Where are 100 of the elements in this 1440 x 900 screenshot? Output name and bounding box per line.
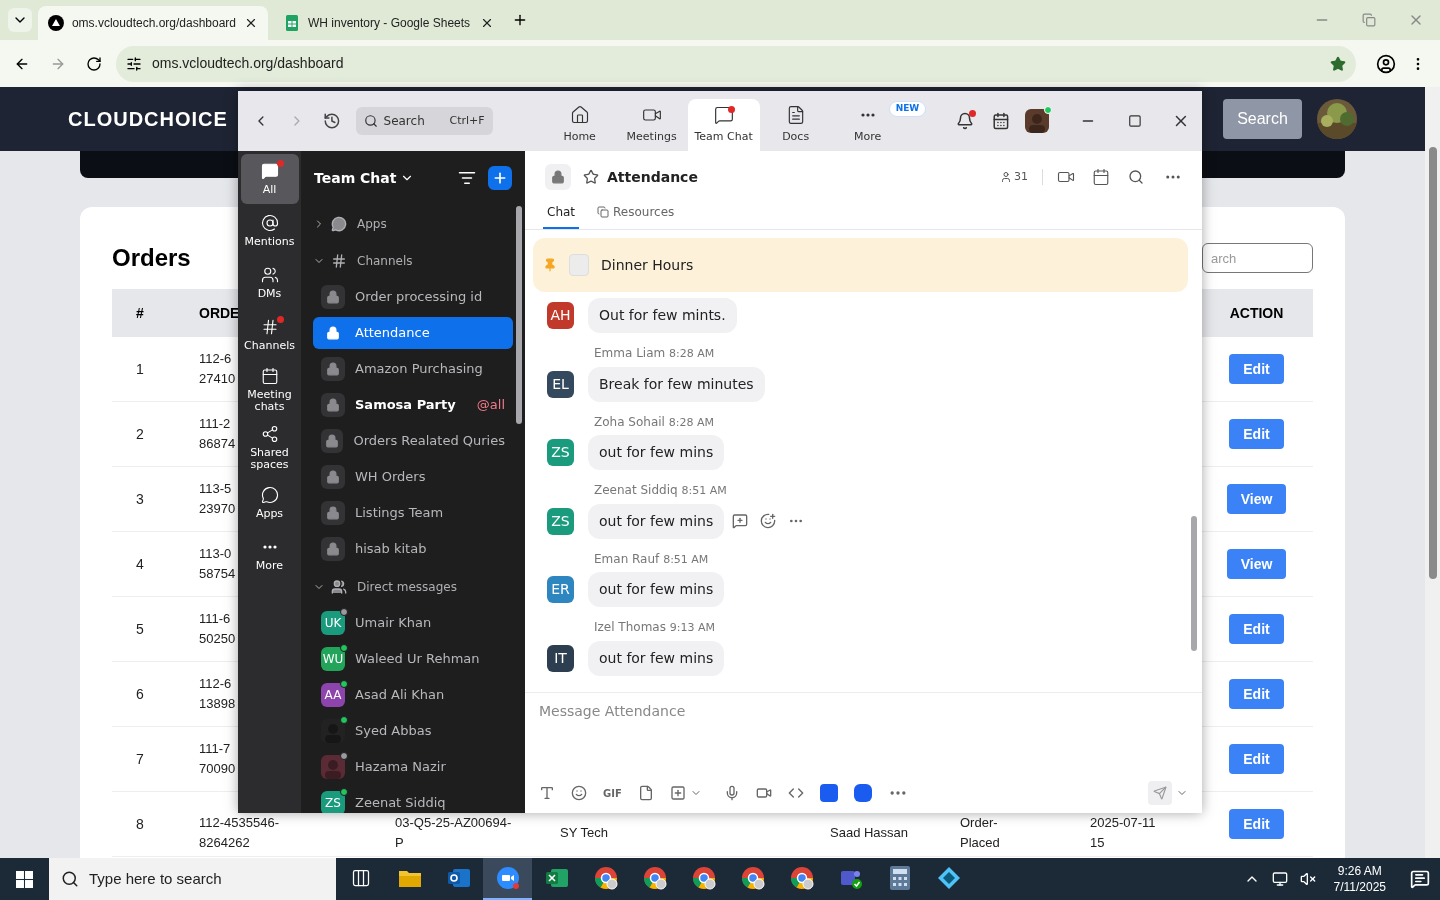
close-icon[interactable] — [244, 16, 258, 30]
column-header[interactable]: ORDE — [199, 304, 240, 321]
nav-tab[interactable]: Home — [543, 99, 616, 151]
search-icon[interactable] — [1128, 169, 1144, 185]
new-tab-icon[interactable] — [512, 12, 528, 28]
address-bar[interactable]: oms.vcloudtech.org/dashboard — [116, 45, 1356, 82]
chat-tab[interactable]: Chat — [543, 203, 580, 229]
scrollbar[interactable] — [1425, 87, 1440, 858]
channel-item[interactable]: Listings Team — [313, 497, 513, 529]
reload-icon[interactable] — [86, 55, 102, 72]
pinned-message[interactable]: Dinner Hours — [533, 238, 1188, 292]
search-field[interactable]: arch — [1202, 243, 1313, 273]
filter-icon[interactable] — [458, 169, 476, 187]
scrollbar[interactable] — [516, 206, 522, 424]
rail-item[interactable]: Channels — [240, 310, 299, 360]
contact-item[interactable]: Syed Abbas — [313, 713, 513, 749]
message-bubble: Out for few mints. — [588, 298, 737, 333]
browser-tab[interactable]: oms.vcloudtech.org/dashboard — [38, 6, 268, 40]
nav-tab[interactable]: Meetings — [615, 99, 688, 151]
action-button[interactable]: View — [1226, 484, 1287, 514]
search-input[interactable]: Search — [383, 112, 444, 130]
nav-tab[interactable]: Team Chat — [687, 99, 760, 151]
channel-item[interactable]: Amazon Purchasing — [313, 353, 513, 385]
column-header[interactable]: # — [112, 302, 168, 324]
rail-item[interactable]: All — [240, 154, 299, 204]
maximize-icon[interactable] — [1128, 114, 1143, 128]
reply-icon[interactable] — [732, 513, 749, 529]
emoji-icon[interactable] — [571, 785, 587, 801]
nav-tab[interactable]: More — [847, 99, 888, 151]
reaction-icon[interactable] — [760, 513, 777, 529]
notifications-icon[interactable] — [1410, 869, 1430, 889]
screenshot-icon[interactable] — [669, 785, 686, 801]
history-icon[interactable] — [322, 112, 341, 130]
chat-icon — [713, 104, 734, 125]
star-icon[interactable] — [583, 169, 599, 185]
taskbar-button[interactable] — [483, 858, 532, 900]
taskbar-search-input[interactable]: Type here to search — [89, 867, 309, 891]
rail-item[interactable]: DMs — [240, 258, 299, 308]
table-cell-text: 3 — [135, 489, 145, 509]
action-button[interactable]: Edit — [1229, 419, 1284, 449]
plus-icon — [492, 170, 508, 186]
channel-item[interactable]: hisab kitab — [313, 533, 513, 565]
calendar-icon[interactable] — [991, 112, 1010, 130]
channel-item[interactable]: WH Orders — [313, 461, 513, 493]
column-header[interactable]: ACTION — [1200, 302, 1313, 324]
section-header[interactable]: Apps — [313, 205, 513, 243]
rail-item[interactable]: Meeting chats — [240, 362, 299, 418]
format-icon[interactable] — [539, 785, 555, 801]
rail-item[interactable]: More — [240, 530, 299, 580]
chat-app-icon[interactable] — [853, 784, 872, 802]
contact-item[interactable]: ZS Zeenat Siddiq — [313, 785, 513, 813]
new-chat-button[interactable] — [488, 166, 512, 190]
lock-icon — [321, 501, 345, 525]
code-icon[interactable] — [787, 785, 804, 801]
taskbar-search-field[interactable]: Type here to search — [49, 858, 336, 900]
channel-item[interactable]: Attendance — [313, 317, 513, 349]
action-button[interactable]: Edit — [1229, 679, 1284, 709]
section-header[interactable]: Direct messages — [313, 569, 513, 605]
calendar-icon[interactable] — [1092, 168, 1110, 186]
table-cell-text: 1 — [135, 359, 145, 379]
rail-item[interactable]: Apps — [240, 478, 299, 528]
channel-item[interactable]: Orders Realated Quries — [313, 425, 513, 457]
close-icon[interactable] — [480, 16, 494, 30]
sidebar-title[interactable]: Team Chat — [314, 167, 397, 189]
channel-item[interactable]: Order processing id — [313, 281, 513, 313]
member-count[interactable]: 31 — [1000, 168, 1028, 186]
action-button[interactable]: Edit — [1229, 614, 1284, 644]
contact-item[interactable]: Hazama Nazir — [313, 749, 513, 785]
channel-item[interactable]: Samosa Party @all — [313, 389, 513, 421]
table-cell-text: 112-6 13898 — [199, 675, 236, 713]
section-header[interactable]: Channels — [313, 243, 513, 279]
gif-button[interactable]: GIF — [603, 785, 622, 801]
send-button[interactable] — [1148, 781, 1172, 805]
rail-item[interactable]: Shared spaces — [240, 420, 299, 476]
browser-tab[interactable]: WH inventory - Google Sheets — [274, 6, 504, 40]
contact-item[interactable]: UK Umair Khan — [313, 605, 513, 641]
clock[interactable]: 9:26 AM 7/11/2025 — [1333, 863, 1386, 895]
speaker-muted-icon[interactable] — [1299, 871, 1316, 887]
profile-icon[interactable] — [1376, 53, 1396, 74]
scrollbar[interactable] — [1191, 516, 1197, 651]
file-icon[interactable] — [637, 785, 654, 801]
action-button[interactable]: View — [1226, 549, 1287, 579]
network-icon[interactable] — [1271, 871, 1288, 887]
app-icon[interactable] — [819, 784, 838, 802]
bookmark-star-icon[interactable] — [1330, 55, 1346, 72]
video-icon[interactable] — [755, 785, 772, 801]
logo[interactable]: CLOUDCHOICE — [68, 104, 228, 134]
nav-tab[interactable]: Docs — [759, 99, 832, 151]
action-button[interactable]: Edit — [1229, 809, 1284, 839]
contact-item[interactable]: WU Waleed Ur Rehman — [313, 641, 513, 677]
message-input[interactable]: Message Attendance — [539, 701, 1188, 761]
search-field[interactable]: Search Ctrl+F — [355, 107, 493, 135]
chat-tab[interactable]: Resources — [593, 203, 679, 229]
contact-item[interactable]: AA Asad Ali Khan — [313, 677, 513, 713]
start-icon[interactable] — [16, 870, 33, 888]
rail-item[interactable]: Mentions — [240, 206, 299, 256]
restore-icon[interactable] — [1362, 13, 1376, 27]
action-button[interactable]: Edit — [1229, 354, 1284, 384]
bell-icon[interactable] — [955, 112, 974, 130]
action-button[interactable]: Edit — [1229, 744, 1284, 774]
